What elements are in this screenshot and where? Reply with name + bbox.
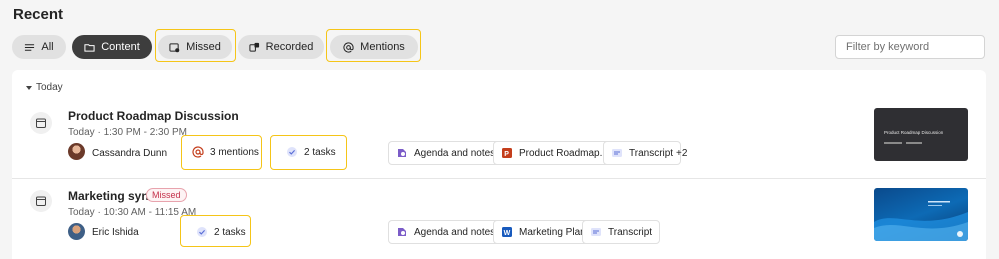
transcript-icon — [591, 228, 601, 236]
meeting-list: Today Product Roadmap Discussion Today ·… — [12, 70, 986, 259]
calendar-icon — [30, 190, 52, 212]
file-transcript[interactable]: Transcript — [582, 220, 661, 244]
file-name: Agenda and notes — [414, 226, 496, 238]
list-icon — [25, 43, 35, 51]
task-check-icon — [287, 147, 297, 157]
mentions-count: 3 mentions — [210, 146, 259, 158]
avatar — [68, 223, 85, 240]
folder-icon — [84, 43, 95, 52]
file-agenda[interactable]: Agenda and notes — [388, 220, 504, 244]
meeting-thumbnail[interactable] — [874, 188, 968, 241]
transcript-icon — [612, 149, 622, 157]
loop-icon — [398, 228, 406, 236]
filter-mentions-label: Mentions — [360, 41, 405, 53]
tasks-pill[interactable]: 2 tasks — [188, 220, 254, 244]
tasks-count: 2 tasks — [214, 226, 246, 238]
task-check-icon — [197, 227, 207, 237]
file-roadmap[interactable]: P Product Roadmap... — [493, 141, 616, 165]
file-name: Transcript — [629, 147, 674, 159]
svg-text:W: W — [504, 230, 511, 237]
filter-missed-chip[interactable]: Missed — [158, 35, 232, 59]
more-files-count[interactable]: +2 — [676, 148, 687, 159]
page-title: Recent — [13, 6, 64, 23]
file-name: Agenda and notes — [414, 147, 496, 159]
file-marketing-plan[interactable]: W Marketing Plan — [493, 220, 594, 244]
thumbnail-line — [884, 142, 902, 144]
at-icon — [192, 146, 204, 158]
filter-all-chip[interactable]: All — [12, 35, 66, 59]
filter-recorded-label: Recorded — [265, 41, 314, 53]
avatar — [68, 143, 85, 160]
meeting-thumbnail[interactable]: Product Roadmap Discussion — [874, 108, 968, 161]
file-name: Product Roadmap... — [519, 147, 608, 159]
meeting-title[interactable]: Product Roadmap Discussion — [68, 109, 239, 123]
word-icon: W — [502, 227, 512, 237]
filter-content-chip[interactable]: Content — [72, 35, 152, 59]
tasks-count: 2 tasks — [304, 146, 336, 158]
thumbnail-line — [906, 142, 922, 144]
missed-badge: Missed — [146, 188, 187, 202]
loop-icon — [398, 149, 406, 157]
organizer-name: Cassandra Dunn — [92, 148, 168, 159]
filter-keyword-input[interactable] — [835, 35, 985, 59]
filter-mentions-chip[interactable]: Mentions — [330, 35, 418, 59]
thumbnail-title: Product Roadmap Discussion — [884, 130, 944, 135]
mentions-pill[interactable]: 3 mentions — [184, 140, 267, 164]
meeting-title[interactable]: Marketing sync — [68, 189, 155, 203]
filter-content-label: Content — [101, 41, 140, 53]
filter-all-label: All — [41, 41, 54, 53]
calendar-icon — [30, 112, 52, 134]
filter-recorded-chip[interactable]: Recorded — [238, 35, 324, 59]
thumbnail-wave-graphic — [874, 201, 968, 241]
organizer-name: Eric Ishida — [92, 227, 139, 238]
powerpoint-icon: P — [502, 148, 512, 158]
recording-icon — [249, 42, 259, 52]
meeting-row[interactable]: Marketing sync Missed Today · 10:30 AM -… — [12, 179, 986, 259]
meeting-time: Today · 10:30 AM - 11:15 AM — [68, 207, 197, 218]
filter-missed-label: Missed — [186, 41, 221, 53]
svg-text:P: P — [504, 151, 509, 158]
filter-bar: All Content Missed Recorded Mentions — [12, 33, 432, 59]
file-agenda[interactable]: Agenda and notes — [388, 141, 504, 165]
meeting-time: Today · 1:30 PM - 2:30 PM — [68, 127, 187, 138]
file-name: Marketing Plan — [519, 226, 586, 238]
file-name: Transcript — [608, 226, 653, 238]
tasks-pill[interactable]: 2 tasks — [278, 140, 344, 164]
meeting-row[interactable]: Product Roadmap Discussion Today · 1:30 … — [12, 70, 986, 178]
at-icon — [343, 41, 354, 53]
calendar-missed-icon — [169, 42, 180, 52]
file-transcript[interactable]: Transcript — [603, 141, 682, 165]
